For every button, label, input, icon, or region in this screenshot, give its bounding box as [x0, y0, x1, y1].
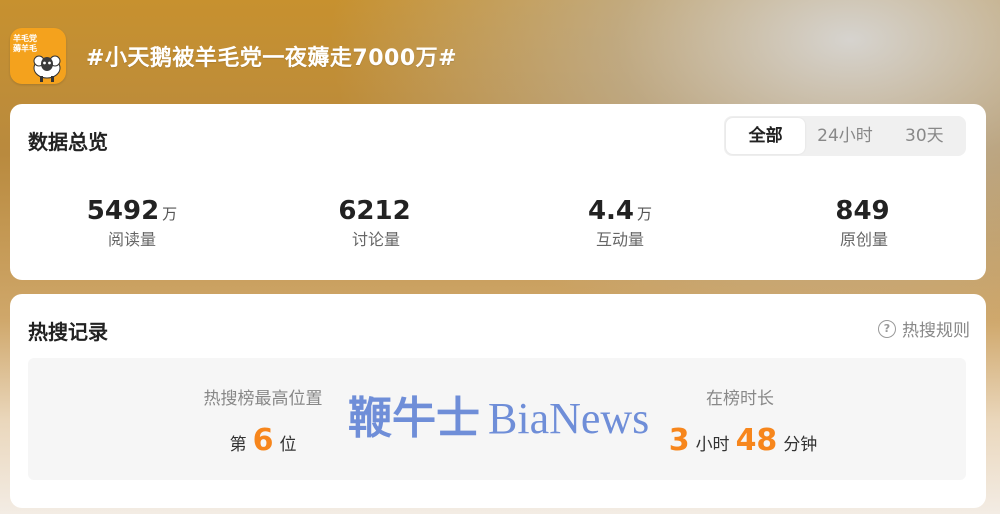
hot-search-rules-link[interactable]: ? 热搜规则 — [878, 316, 970, 341]
stat-label: 讨论量 — [351, 230, 400, 249]
hot-search-title: 热搜记录 — [28, 320, 108, 344]
watermark-logo: 鞭牛士 BiaNews — [348, 382, 649, 446]
stat-originals: 849 原创量 — [742, 196, 986, 250]
time-on-list-label: 在榜时长 — [706, 389, 774, 409]
question-icon: ? — [878, 319, 896, 338]
stat-label: 互动量 — [595, 230, 644, 249]
data-overview-card: 数据总览 全部 24小时 30天 5492 万 阅读量 6212 讨论量 4.4… — [10, 104, 986, 280]
watermark-en: BiaNews — [488, 394, 650, 443]
minutes-unit: 分钟 — [783, 435, 818, 455]
hot-search-record-box: 热搜榜最高位置 第 6 位 鞭牛士 BiaNews 在榜时长 3 小时 48 分钟 — [28, 358, 966, 480]
stat-label: 阅读量 — [107, 230, 156, 249]
topic-title: #小天鹅被羊毛党一夜薅走7000万# — [86, 46, 458, 71]
stat-value: 849 — [835, 196, 890, 226]
hours-unit: 小时 — [695, 435, 730, 455]
stat-value: 6212 — [338, 196, 411, 226]
duration-hours: 3 — [668, 423, 690, 458]
tab-all[interactable]: 全部 — [726, 118, 806, 154]
sheep-icon — [33, 55, 61, 82]
stat-label: 原创量 — [839, 230, 888, 249]
peak-position-label: 热搜榜最高位置 — [203, 389, 323, 409]
tab-24-hours[interactable]: 24小时 — [805, 118, 884, 154]
time-range-tabs: 全部 24小时 30天 — [724, 116, 966, 156]
watermark-cn: 鞭牛士 — [348, 394, 480, 443]
stat-reads: 5492 万 阅读量 — [10, 196, 254, 250]
stat-discussions: 6212 讨论量 — [254, 196, 498, 250]
stat-unit: 万 — [162, 205, 178, 223]
tab-30-days[interactable]: 30天 — [885, 118, 964, 154]
hot-search-card: 热搜记录 ? 热搜规则 热搜榜最高位置 第 6 位 鞭牛士 BiaNews 在榜时… — [10, 294, 986, 508]
stat-interactions: 4.4 万 互动量 — [498, 196, 742, 250]
duration-minutes: 48 — [735, 423, 778, 458]
stat-value: 5492 — [86, 196, 160, 226]
stat-unit: 万 — [637, 205, 653, 223]
time-on-list: 在榜时长 3 小时 48 分钟 — [640, 384, 840, 458]
topic-header: 羊毛党薅羊毛 #小天鹅被羊毛党一夜薅走7000万# — [10, 26, 457, 86]
stat-value: 4.4 — [587, 196, 635, 226]
peak-suffix: 位 — [279, 435, 297, 455]
peak-number: 6 — [252, 423, 274, 458]
rules-label: 热搜规则 — [902, 321, 970, 341]
peak-prefix: 第 — [229, 435, 247, 455]
stats-row: 5492 万 阅读量 6212 讨论量 4.4 万 互动量 849 原创量 — [10, 196, 986, 250]
topic-logo: 羊毛党薅羊毛 — [10, 28, 66, 84]
peak-position: 热搜榜最高位置 第 6 位 — [188, 384, 338, 458]
overview-title: 数据总览 — [28, 130, 108, 154]
